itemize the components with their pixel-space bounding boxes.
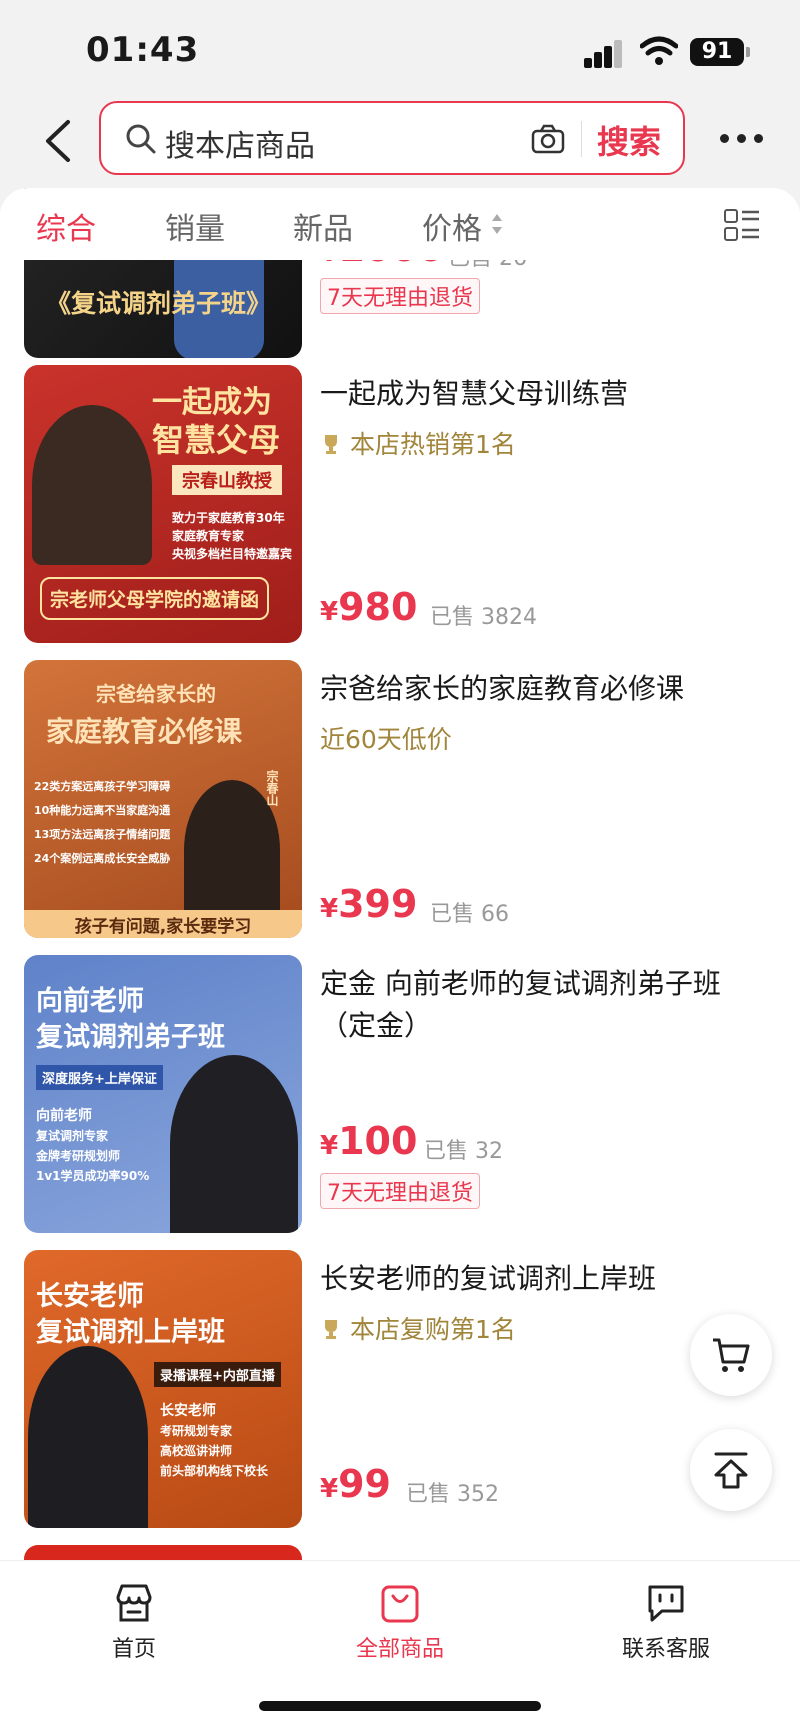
thumb-text: 《复试调剂弟子班》 <box>46 289 272 318</box>
search-button[interactable]: 搜索 <box>597 117 661 163</box>
product-list[interactable]: 大学生 《复试调剂弟子班》 ¥1000 已售 26 7天无理由退货 一起成为 智… <box>0 188 800 1568</box>
cellular-signal-icon <box>584 40 624 68</box>
nav-all-products-label: 全部商品 <box>355 1637 444 1662</box>
search-icon <box>126 124 156 154</box>
thumb-text: 13项方法远离孩子情绪问题 <box>34 828 171 841</box>
thumb-text: 复试调剂弟子班 <box>36 1022 225 1053</box>
nav-customer-service-label: 联系客服 <box>621 1637 710 1662</box>
bag-icon <box>381 1585 419 1623</box>
thumb-text: 复试调剂专家 <box>36 1129 109 1143</box>
thumb-text: 家庭教育专家 <box>172 529 245 543</box>
thumb-text: 长安老师 <box>36 1281 144 1312</box>
rank-tag: 本店热销第1名 <box>320 425 516 461</box>
content-panel: 大学生 《复试调剂弟子班》 ¥1000 已售 26 7天无理由退货 一起成为 智… <box>0 188 800 1568</box>
sold-count: 已售 66 <box>430 902 509 927</box>
thumb-text: 家庭教育必修课 <box>46 715 243 748</box>
product-title[interactable]: 一起成为智慧父母训练营 <box>320 373 760 415</box>
return-policy-badge: 7天无理由退货 <box>320 1173 480 1209</box>
nav-home-label: 首页 <box>111 1637 156 1662</box>
trophy-icon <box>325 435 337 454</box>
thumb-text: 10种能力远离不当家庭沟通 <box>34 804 171 817</box>
store-icon <box>116 1584 152 1622</box>
sold-count: 已售 352 <box>406 1482 499 1507</box>
nav-home[interactable]: 首页 <box>54 1581 214 1663</box>
thumb-text: 长安老师 <box>160 1403 216 1419</box>
status-bar: 01:43 91 <box>0 0 800 96</box>
product-thumbnail: 一起成为 智慧父母 宗春山教授 致力于家庭教育30年 家庭教育专家 央视多档栏目… <box>24 365 302 643</box>
thumb-text: 金牌考研规划师 <box>36 1149 121 1163</box>
thumb-person <box>170 1055 298 1233</box>
product-price: ¥399 <box>320 882 418 926</box>
thumb-text: 考研规划专家 <box>160 1424 233 1438</box>
product-title[interactable]: 定金 向前老师的复试调剂弟子班（定金） <box>320 963 760 1047</box>
product-price: ¥100 <box>320 1119 418 1163</box>
thumb-person <box>28 1346 148 1528</box>
list-layout-icon[interactable] <box>724 208 760 242</box>
cart-icon <box>713 1338 750 1372</box>
sold-count: 已售 3824 <box>430 605 537 630</box>
product-title[interactable]: 宗爸给家长的家庭教育必修课 <box>320 668 760 710</box>
back-icon[interactable] <box>40 116 76 166</box>
product-thumbnail: 宗爸给家长的 家庭教育必修课 22类方案远离孩子学习障碍 10种能力远离不当家庭… <box>24 660 302 938</box>
more-options-icon[interactable] <box>720 130 764 146</box>
thumb-text: 向前老师 <box>36 1108 92 1124</box>
thumb-text: 宗春山教授 <box>172 465 282 495</box>
thumb-text: 深度服务+上岸保证 <box>36 1065 163 1090</box>
thumb-text: 宗爸给家长的 <box>96 682 216 706</box>
search-input[interactable]: 搜本店商品 <box>165 121 315 165</box>
nav-all-products[interactable]: 全部商品 <box>320 1581 480 1663</box>
status-time: 01:43 <box>86 30 200 70</box>
price-tag: 近60天低价 <box>320 725 452 754</box>
thumb-text: 前头部机构线下校长 <box>160 1464 269 1478</box>
screen: 01:43 91 搜本店商品 搜索 《复试调剂弟子班》 7天无理由退货 一起成为… <box>0 0 800 1731</box>
back-to-top-button[interactable] <box>690 1429 772 1511</box>
search-bar[interactable]: 搜本店商品 搜索 <box>99 101 685 175</box>
thumb-text: 宗春山 <box>265 770 279 806</box>
thumb-text: 复试调剂上岸班 <box>36 1317 225 1348</box>
thumb-text: 央视多档栏目特邀嘉宾 <box>172 547 293 561</box>
thumb-text: 向前老师 <box>36 986 144 1017</box>
product-card[interactable]: 长安老师 复试调剂上岸班 录播课程+内部直播 长安老师 考研规划专家 高校巡讲讲… <box>0 1250 800 1530</box>
thumb-text: 致力于家庭教育30年 <box>172 511 285 525</box>
product-card[interactable]: 向前老师 复试调剂弟子班 深度服务+上岸保证 向前老师 复试调剂专家 金牌考研规… <box>0 955 800 1235</box>
sort-bar: 综合 销量 新品 价格 <box>0 188 800 260</box>
chat-icon <box>648 1585 684 1622</box>
thumb-text: 智慧父母 <box>152 421 281 459</box>
thumb-person <box>32 405 152 565</box>
back-to-top-icon <box>714 1452 748 1489</box>
home-indicator <box>259 1701 541 1711</box>
product-title[interactable]: 长安老师的复试调剂上岸班 <box>320 1258 760 1300</box>
sort-tab-sales[interactable]: 销量 <box>165 204 225 248</box>
search-divider <box>581 121 582 157</box>
thumb-text: 高校巡讲讲师 <box>160 1444 233 1458</box>
thumb-text: 22类方案远离孩子学习障碍 <box>34 780 171 793</box>
camera-icon[interactable] <box>531 123 565 155</box>
sort-tab-new[interactable]: 新品 <box>293 204 353 248</box>
product-price: ¥99 <box>320 1462 391 1506</box>
sort-arrows-icon <box>492 214 502 234</box>
product-thumbnail: 向前老师 复试调剂弟子班 深度服务+上岸保证 向前老师 复试调剂专家 金牌考研规… <box>24 955 302 1233</box>
product-price: ¥980 <box>320 585 418 629</box>
thumb-text: 录播课程+内部直播 <box>154 1362 281 1387</box>
thumb-text: 孩子有问题,家长要学习 <box>24 910 302 938</box>
sort-tab-overall[interactable]: 综合 <box>36 204 96 248</box>
cart-button[interactable] <box>690 1314 772 1396</box>
rank-tag: 本店复购第1名 <box>320 1310 516 1346</box>
product-card[interactable]: 宗爸给家长的 家庭教育必修课 22类方案远离孩子学习障碍 10种能力远离不当家庭… <box>0 660 800 940</box>
product-card[interactable]: 一起成为 智慧父母 宗春山教授 致力于家庭教育30年 家庭教育专家 央视多档栏目… <box>0 365 800 645</box>
thumb-text: 1v1学员成功率90% <box>36 1169 150 1183</box>
wifi-icon <box>640 36 678 65</box>
product-thumbnail: 长安老师 复试调剂上岸班 录播课程+内部直播 长安老师 考研规划专家 高校巡讲讲… <box>24 1250 302 1528</box>
trophy-icon <box>325 1320 337 1339</box>
thumb-text: 宗老师父母学院的邀请函 <box>40 577 270 620</box>
thumb-text: 24个案例远离成长安全威胁 <box>34 852 171 865</box>
sold-count: 已售 32 <box>424 1139 503 1164</box>
sort-tab-price[interactable]: 价格 <box>422 204 482 248</box>
return-policy-badge: 7天无理由退货 <box>320 278 480 314</box>
battery-icon: 91 <box>690 38 750 66</box>
nav-customer-service[interactable]: 联系客服 <box>586 1581 746 1663</box>
